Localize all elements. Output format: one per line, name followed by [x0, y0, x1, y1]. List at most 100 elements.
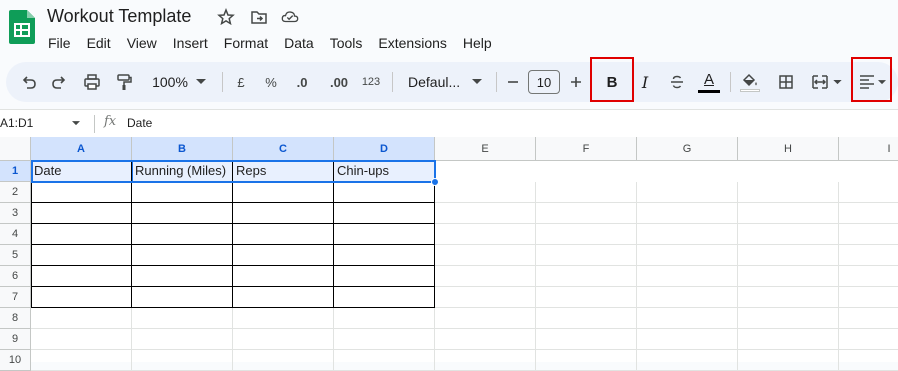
cell-f2[interactable] — [536, 182, 637, 203]
more-formats-button[interactable]: 123 — [358, 62, 384, 102]
cell-g2[interactable] — [637, 182, 738, 203]
font-select[interactable]: Defaul... — [402, 62, 488, 102]
cell-e3[interactable] — [435, 203, 536, 224]
menu-edit[interactable]: Edit — [79, 33, 119, 53]
cell-d8[interactable] — [334, 308, 435, 329]
increase-decimal-button[interactable]: .00 — [324, 62, 354, 102]
column-header-i[interactable]: I — [839, 137, 898, 161]
cell-d10[interactable] — [334, 350, 435, 371]
cell-h9[interactable] — [738, 329, 839, 350]
cell-i8[interactable] — [839, 308, 898, 329]
document-title[interactable]: Workout Template — [47, 6, 191, 27]
column-header-f[interactable]: F — [536, 137, 637, 161]
cell-f4[interactable] — [536, 224, 637, 245]
cell-e4[interactable] — [435, 224, 536, 245]
cell-c5[interactable] — [233, 245, 334, 266]
cell-h6[interactable] — [738, 266, 839, 287]
cell-a3[interactable] — [31, 203, 132, 224]
cell-i6[interactable] — [839, 266, 898, 287]
cell-d1[interactable]: Chin-ups — [334, 161, 435, 182]
fill-color-button[interactable] — [738, 62, 762, 102]
column-header-g[interactable]: G — [637, 137, 738, 161]
cell-e2[interactable] — [435, 182, 536, 203]
cell-d2[interactable] — [334, 182, 435, 203]
cell-d7[interactable] — [334, 287, 435, 308]
zoom-select[interactable]: 100% — [146, 62, 212, 102]
cell-a2[interactable] — [31, 182, 132, 203]
cell-d5[interactable] — [334, 245, 435, 266]
borders-button[interactable] — [774, 62, 798, 102]
cell-b2[interactable] — [132, 182, 233, 203]
cell-e5[interactable] — [435, 245, 536, 266]
cell-f6[interactable] — [536, 266, 637, 287]
cell-i7[interactable] — [839, 287, 898, 308]
cell-h3[interactable] — [738, 203, 839, 224]
decrease-decimal-button[interactable]: .0 — [288, 62, 316, 102]
font-size-input[interactable]: 10 — [528, 70, 560, 94]
cell-c7[interactable] — [233, 287, 334, 308]
cell-g10[interactable] — [637, 350, 738, 371]
cell-f10[interactable] — [536, 350, 637, 371]
decrease-font-size-button[interactable] — [504, 62, 522, 102]
cell-c2[interactable] — [233, 182, 334, 203]
menu-help[interactable]: Help — [455, 33, 500, 53]
cell-h5[interactable] — [738, 245, 839, 266]
column-header-a[interactable]: A — [31, 137, 132, 161]
cell-c6[interactable] — [233, 266, 334, 287]
cell-c4[interactable] — [233, 224, 334, 245]
cell-b4[interactable] — [132, 224, 233, 245]
move-folder-icon[interactable] — [250, 8, 268, 26]
menu-insert[interactable]: Insert — [165, 33, 216, 53]
strikethrough-button[interactable] — [666, 62, 688, 102]
cell-a4[interactable] — [31, 224, 132, 245]
cell-a6[interactable] — [31, 266, 132, 287]
cell-c9[interactable] — [233, 329, 334, 350]
cell-f9[interactable] — [536, 329, 637, 350]
merge-cells-button[interactable] — [806, 62, 846, 102]
cell-g6[interactable] — [637, 266, 738, 287]
cell-b6[interactable] — [132, 266, 233, 287]
row-header-1[interactable]: 1 — [0, 161, 31, 182]
cell-g4[interactable] — [637, 224, 738, 245]
cell-d9[interactable] — [334, 329, 435, 350]
column-header-e[interactable]: E — [435, 137, 536, 161]
cell-d3[interactable] — [334, 203, 435, 224]
cell-b8[interactable] — [132, 308, 233, 329]
row-header-10[interactable]: 10 — [0, 350, 31, 371]
cell-a5[interactable] — [31, 245, 132, 266]
cell-c8[interactable] — [233, 308, 334, 329]
cell-i5[interactable] — [839, 245, 898, 266]
cell-a9[interactable] — [31, 329, 132, 350]
row-header-9[interactable]: 9 — [0, 329, 31, 350]
cell-a10[interactable] — [31, 350, 132, 371]
row-header-3[interactable]: 3 — [0, 203, 31, 224]
cell-h10[interactable] — [738, 350, 839, 371]
italic-button[interactable]: I — [634, 62, 656, 102]
cell-i9[interactable] — [839, 329, 898, 350]
cell-h7[interactable] — [738, 287, 839, 308]
paint-format-button[interactable] — [112, 62, 136, 102]
print-button[interactable] — [80, 62, 104, 102]
cell-e8[interactable] — [435, 308, 536, 329]
cloud-saved-icon[interactable] — [281, 8, 299, 26]
column-header-c[interactable]: C — [233, 137, 334, 161]
cell-b5[interactable] — [132, 245, 233, 266]
cell-g7[interactable] — [637, 287, 738, 308]
cell-c1[interactable]: Reps — [233, 161, 334, 182]
cell-e10[interactable] — [435, 350, 536, 371]
cell-h8[interactable] — [738, 308, 839, 329]
undo-button[interactable] — [18, 62, 40, 102]
cell-f7[interactable] — [536, 287, 637, 308]
column-header-d[interactable]: D — [334, 137, 435, 161]
row-header-7[interactable]: 7 — [0, 287, 31, 308]
cell-f3[interactable] — [536, 203, 637, 224]
sheets-logo-icon[interactable] — [9, 10, 35, 44]
cell-e6[interactable] — [435, 266, 536, 287]
cell-a7[interactable] — [31, 287, 132, 308]
star-icon[interactable] — [217, 8, 235, 26]
select-all-corner[interactable] — [0, 137, 31, 161]
menu-tools[interactable]: Tools — [322, 33, 371, 53]
menu-view[interactable]: View — [119, 33, 165, 53]
menu-format[interactable]: Format — [216, 33, 276, 53]
name-box[interactable]: A1:D1 — [0, 116, 80, 130]
